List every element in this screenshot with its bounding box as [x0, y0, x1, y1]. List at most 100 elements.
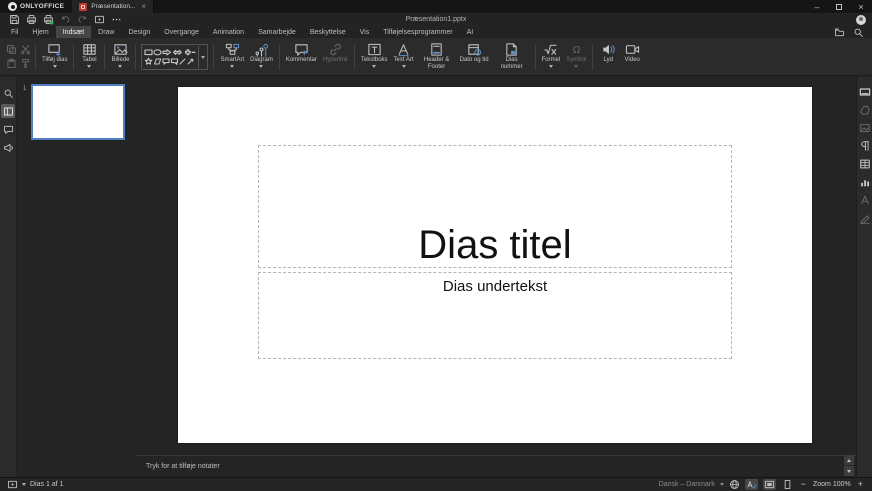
document-language[interactable]: Dansk – Danmark: [659, 481, 715, 488]
image-settings-button[interactable]: [858, 121, 871, 134]
textbox-button[interactable]: Tekstboks: [358, 40, 391, 74]
quick-print-button[interactable]: [40, 14, 57, 26]
set-language-globe-icon[interactable]: [729, 479, 740, 490]
find-button[interactable]: [1, 86, 15, 100]
signature-settings-button[interactable]: [858, 211, 871, 224]
equation-icon: [543, 42, 558, 57]
save-button[interactable]: [6, 14, 23, 26]
slide-canvas[interactable]: Dias titel Dias undertekst: [178, 87, 812, 443]
open-file-location-icon[interactable]: [834, 27, 845, 38]
slideshow-dropdown-caret-icon[interactable]: [22, 483, 26, 486]
close-tab-icon[interactable]: ×: [141, 2, 146, 11]
print-button[interactable]: [23, 14, 40, 26]
fit-to-slide-button[interactable]: [763, 479, 776, 490]
tab-vis[interactable]: Vis: [353, 26, 377, 38]
scroll-up-button[interactable]: [844, 455, 854, 465]
smartart-button[interactable]: SmartArt: [217, 40, 247, 74]
search-icon: [3, 88, 14, 99]
brand-name: ONLYOFFICE: [20, 3, 64, 10]
comments-panel-button[interactable]: [1, 122, 15, 136]
shapes-dropdown-button[interactable]: [198, 46, 207, 68]
text-art-button[interactable]: Text Art: [391, 40, 417, 74]
chart-settings-button[interactable]: [858, 175, 871, 188]
notes-placeholder: Tryk for at tilføje notater: [146, 463, 220, 470]
slide-title-text: Dias titel: [418, 224, 571, 266]
paragraph-settings-button[interactable]: [858, 139, 871, 152]
tab-ai[interactable]: AI: [460, 26, 481, 38]
close-button[interactable]: ×: [850, 0, 872, 13]
document-tab-label: Præsentation...: [91, 3, 135, 10]
tab-animation[interactable]: Animation: [206, 26, 251, 38]
audio-icon: [601, 42, 616, 57]
right-panel-strip: [856, 77, 872, 477]
tab-hjem[interactable]: Hjem: [25, 26, 55, 38]
undo-icon: [60, 14, 71, 25]
hyperlink-icon: [328, 42, 343, 57]
feedback-button[interactable]: [1, 140, 15, 154]
tab-draw[interactable]: Draw: [91, 26, 121, 38]
tab-beskyttelse[interactable]: Beskyttelse: [303, 26, 353, 38]
slides-panel-button[interactable]: [1, 104, 15, 118]
zoom-value[interactable]: Zoom 100%: [813, 481, 851, 488]
shape-settings-button[interactable]: [858, 103, 871, 116]
language-caret-icon[interactable]: [720, 483, 724, 486]
header-footer-button[interactable]: Header & Footer: [417, 40, 457, 74]
tab-tilfojelsesprogrammer[interactable]: Tilføjelsesprogrammer: [376, 26, 459, 38]
tab-fil[interactable]: Fil: [4, 26, 25, 38]
tab-design[interactable]: Design: [121, 26, 157, 38]
slide-number-button[interactable]: Dias nummer: [492, 40, 532, 74]
symbol-icon: Ω: [569, 42, 584, 57]
slide-settings-button[interactable]: [858, 85, 871, 98]
document-tab[interactable]: Præsentation... ×: [72, 0, 154, 13]
minimize-button[interactable]: –: [806, 0, 828, 13]
audio-button[interactable]: Lyd: [596, 40, 620, 74]
add-slide-icon: [47, 42, 62, 57]
zoom-out-button[interactable]: −: [799, 480, 808, 489]
search-icon[interactable]: [853, 27, 864, 38]
chart-button[interactable]: Diagram: [247, 40, 276, 74]
copy-icon: [6, 44, 17, 55]
video-label: Video: [625, 57, 640, 64]
chart-icon: [254, 42, 269, 57]
start-slideshow-button[interactable]: [91, 14, 108, 26]
main-area: 1 Dias titel Dias undertekst Tryk for at…: [0, 77, 872, 477]
scroll-down-button[interactable]: [844, 466, 854, 476]
format-painter-icon: [20, 58, 31, 69]
dropdown-caret-icon: [87, 65, 91, 68]
redo-button[interactable]: [74, 14, 91, 26]
textbox-label: Tekstboks: [361, 57, 388, 64]
table-button[interactable]: Tabel: [77, 40, 101, 74]
image-button[interactable]: Billede: [108, 40, 132, 74]
fit-to-width-button[interactable]: [781, 479, 794, 490]
paste-button[interactable]: [6, 56, 17, 74]
status-bar: Dias 1 af 1 Dansk – Danmark − Zoom 100% …: [0, 477, 872, 491]
user-avatar[interactable]: [856, 15, 866, 25]
fit-to-slide-icon: [764, 479, 775, 490]
text-art-settings-button[interactable]: [858, 193, 871, 206]
subtitle-placeholder[interactable]: Dias undertekst: [258, 272, 732, 359]
add-slide-button[interactable]: Tilføj dias: [39, 40, 70, 74]
undo-button[interactable]: [57, 14, 74, 26]
tab-indsaet[interactable]: Indsæt: [56, 26, 91, 38]
ribbon-tab-bar: Fil Hjem Indsæt Draw Design Overgange An…: [0, 26, 872, 38]
start-slideshow-icon[interactable]: [7, 479, 18, 490]
video-button[interactable]: Video: [620, 40, 644, 74]
symbol-button[interactable]: Ω Symbol: [563, 40, 589, 74]
title-placeholder[interactable]: Dias titel: [258, 145, 732, 268]
date-time-button[interactable]: Dato og tid: [457, 40, 492, 74]
format-painter-button[interactable]: [20, 56, 31, 74]
table-settings-button[interactable]: [858, 157, 871, 170]
more-actions-button[interactable]: [108, 14, 125, 26]
cut-icon: [20, 44, 31, 55]
spell-check-button[interactable]: [745, 479, 758, 490]
tab-samarbejde[interactable]: Samarbejde: [251, 26, 303, 38]
equation-button[interactable]: Formel: [539, 40, 564, 74]
slide-thumbnail[interactable]: [31, 84, 125, 140]
shape-gallery[interactable]: [141, 44, 208, 70]
comment-button[interactable]: Kommentar: [283, 40, 320, 74]
hyperlink-button[interactable]: Hyperlink: [320, 40, 351, 74]
notes-panel[interactable]: Tryk for at tilføje notater: [137, 455, 856, 477]
zoom-in-button[interactable]: +: [856, 480, 865, 489]
maximize-button[interactable]: [828, 0, 850, 13]
tab-overgange[interactable]: Overgange: [157, 26, 206, 38]
